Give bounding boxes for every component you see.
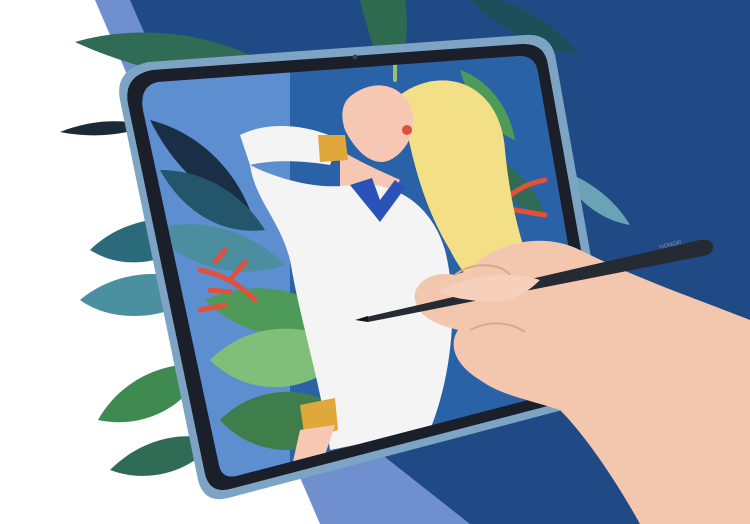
- upper-cuff: [318, 135, 348, 162]
- front-camera: [352, 54, 358, 60]
- earring: [402, 125, 412, 135]
- illustration-canvas: HONOR: [0, 0, 750, 524]
- product-photo-scene: HONOR: [0, 0, 750, 524]
